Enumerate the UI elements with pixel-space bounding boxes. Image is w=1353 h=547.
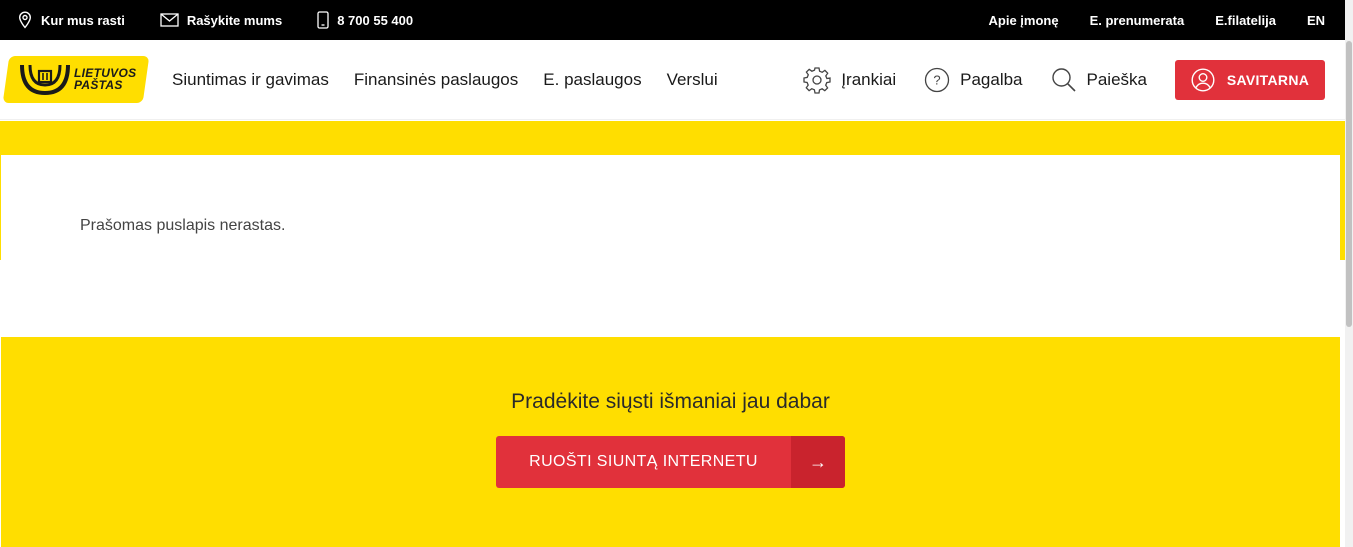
help-link[interactable]: ? Pagalba [924,67,1023,93]
logo-line-2: PAŠTAS [74,78,123,92]
language-en-link[interactable]: EN [1307,13,1325,28]
scrollbar-thumb[interactable] [1346,41,1352,327]
top-bar-left: Kur mus rasti Rašykite mums 8 700 55 400 [0,11,448,29]
page: Kur mus rasti Rašykite mums 8 700 55 400… [0,0,1353,547]
prepare-shipment-label: RUOŠTI SIUNTĄ INTERNETU [529,453,758,470]
nav-shipping-receiving[interactable]: Siuntimas ir gavimas [172,70,329,90]
search-link[interactable]: Paieška [1051,67,1147,93]
arrow-right-icon: → [791,436,845,488]
cta-heading: Pradėkite siųsti išmaniai jau dabar [511,390,830,413]
about-company-link[interactable]: Apie įmonę [989,13,1059,28]
find-us-label: Kur mus rasti [41,12,125,28]
nav-financial-services[interactable]: Finansinės paslaugos [354,70,518,90]
post-horn-icon [20,64,70,96]
nav-e-services[interactable]: E. paslaugos [543,70,641,90]
user-icon [1191,67,1215,92]
logo-wordmark: LIETUVOS PAŠTAS [74,67,136,91]
e-philately-link[interactable]: E.filatelija [1215,13,1276,28]
envelope-icon [160,13,179,27]
help-label: Pagalba [960,69,1023,89]
gear-icon [803,66,831,94]
cta-section: Pradėkite siųsti išmaniai jau dabar RUOŠ… [1,337,1340,547]
phone-icon [317,11,329,29]
prepare-shipment-online-button[interactable]: RUOŠTI SIUNTĄ INTERNETU → [496,436,845,488]
help-circle-icon: ? [924,67,950,92]
lietuvos-pastas-logo[interactable]: LIETUVOS PAŠTAS [2,56,150,103]
phone-label: 8 700 55 400 [337,12,414,28]
self-service-button[interactable]: SAVITARNA [1175,59,1325,100]
top-bar-right: Apie įmonę E. prenumerata E.filatelija E… [958,13,1346,28]
main-header: LIETUVOS PAŠTAS Siuntimas ir gavimas Fin… [0,40,1345,120]
vertical-scrollbar[interactable] [1345,0,1353,547]
phone-link[interactable]: 8 700 55 400 [317,11,413,29]
tools-label: Įrankiai [841,69,897,89]
nav-business[interactable]: Verslui [667,70,718,90]
write-us-link[interactable]: Rašykite mums [160,13,282,28]
page-not-found-message: Prašomas puslapis nerastas. [80,217,286,234]
main-nav: Siuntimas ir gavimas Finansinės paslaugo… [172,70,743,90]
top-bar: Kur mus rasti Rašykite mums 8 700 55 400… [0,0,1345,40]
content-card: Prašomas puslapis nerastas. [1,155,1340,337]
write-us-label: Rašykite mums [186,12,283,28]
svg-text:?: ? [934,72,941,87]
find-us-link[interactable]: Kur mus rasti [17,11,125,29]
location-pin-icon [18,11,32,29]
self-service-label: SAVITARNA [1226,71,1310,88]
e-subscription-link[interactable]: E. prenumerata [1090,13,1185,28]
tools-link[interactable]: Įrankiai [803,66,896,94]
header-tools: Įrankiai ? Pagalba Paieška SAVITARNA [803,59,1345,100]
search-label: Paieška [1086,69,1147,89]
search-icon [1051,67,1076,92]
